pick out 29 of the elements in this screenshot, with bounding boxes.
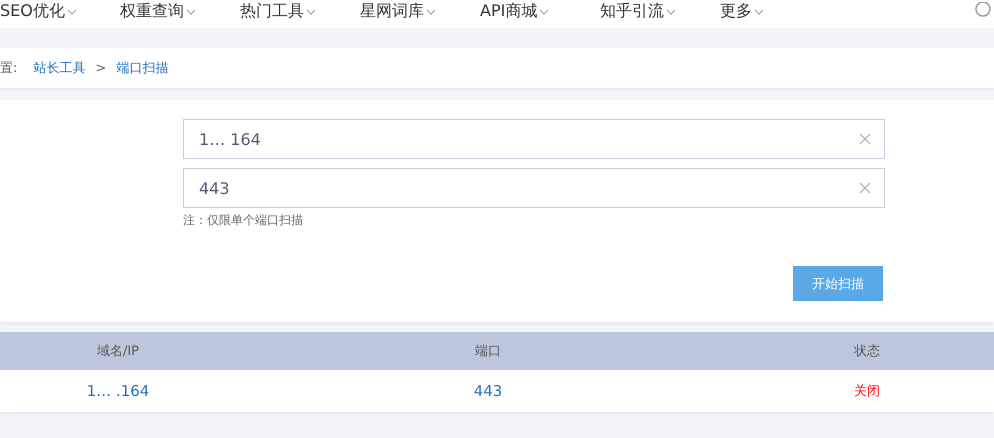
close-icon[interactable] [859,133,871,145]
note-text: 注：仅限单个端口扫描 [183,212,304,229]
nav-menu-item[interactable]: 知乎引流 [600,1,720,22]
chevron-down-icon [186,8,196,14]
input-field[interactable]: 443 [183,168,885,208]
breadcrumb-label: 置: [0,60,18,77]
breadcrumb-link[interactable]: 站长工具 [33,59,86,77]
chevron-down-icon [66,8,77,14]
chevron-down-icon [426,8,436,14]
table-cell-text: 443 [472,382,504,400]
status-text: 关闭 [853,383,881,400]
nav-menu-item[interactable]: SEO优化 [0,1,120,22]
breadcrumb-separator: > [95,60,106,76]
column-header: 域名/IP [96,343,140,360]
nav-menu-item[interactable]: 权重查询 [120,1,240,22]
input-field[interactable]: 1… 164 [183,119,885,159]
chevron-down-icon [306,8,316,14]
nav-menu-item[interactable]: API商城 [480,1,600,22]
column-header: 端口 [474,343,502,360]
column-header: 状态 [852,343,881,360]
table-cell-text: 1… .164 [86,382,150,400]
nav-menu-item[interactable]: 星网词库 [360,1,480,22]
close-icon[interactable] [859,182,871,194]
nav-menu-item[interactable]: 更多 [720,1,840,22]
breadcrumb-link[interactable]: 端口扫描 [116,59,168,77]
chevron-down-icon [754,8,764,14]
chevron-down-icon [539,8,550,14]
chevron-down-icon [666,8,676,14]
nav-menu-item[interactable]: 热门工具 [240,1,360,22]
